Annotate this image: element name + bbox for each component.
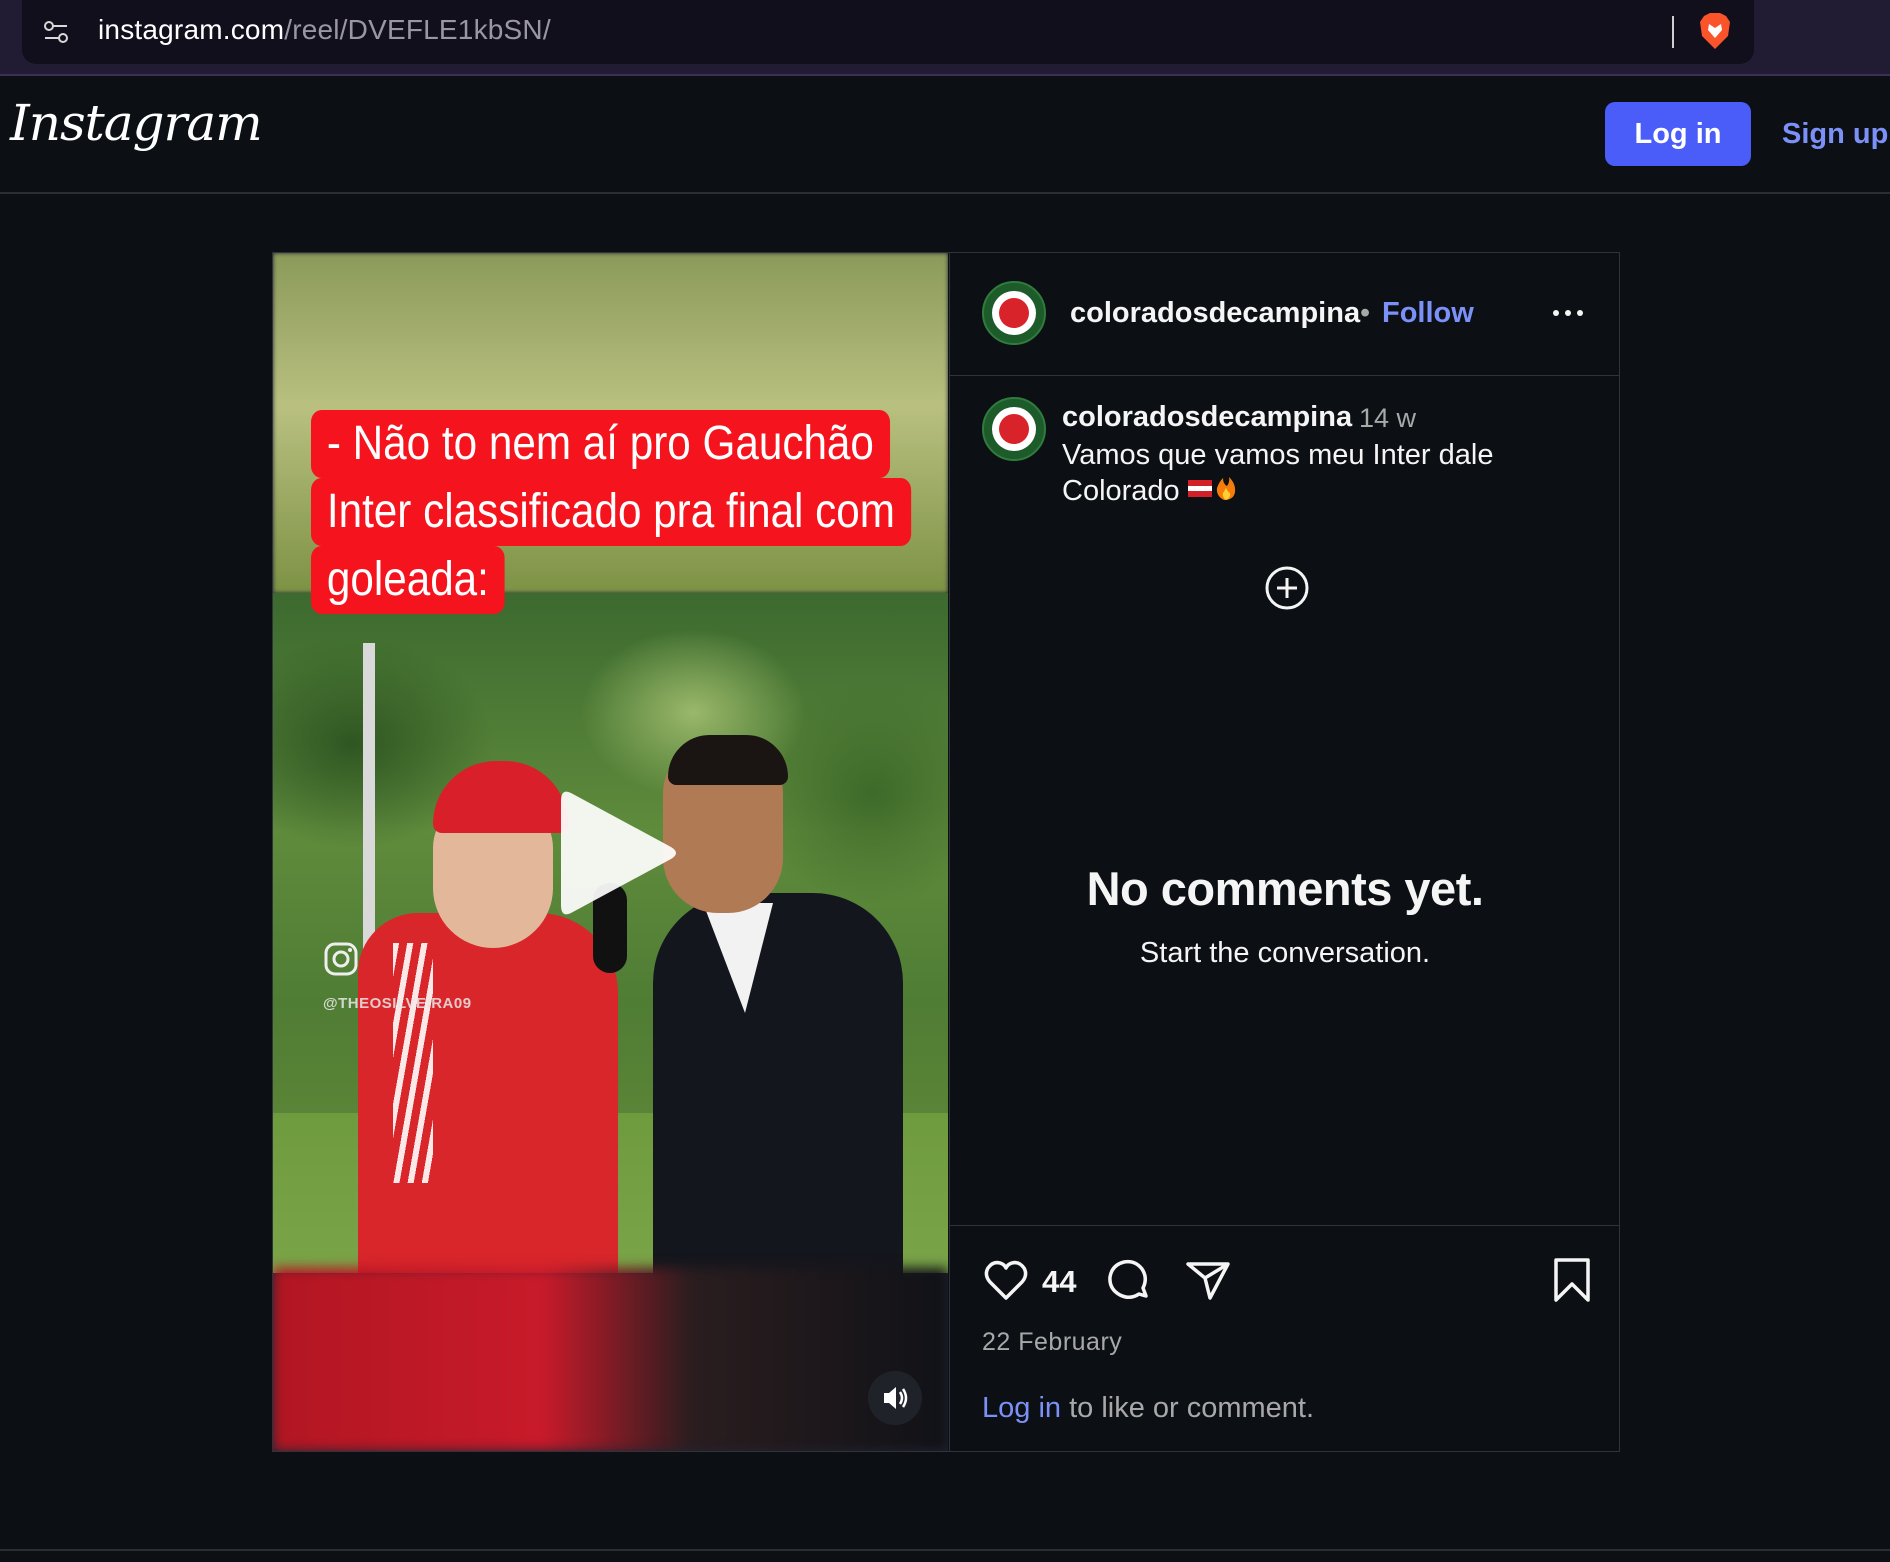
speaker-icon — [884, 1387, 908, 1409]
reel-video[interactable]: - Não to nem aí pro Gauchão Inter classi… — [273, 253, 948, 1451]
separator-dot: • — [1360, 297, 1371, 329]
video-caption: - Não to nem aí pro Gauchão Inter classi… — [311, 410, 948, 614]
add-comment-icon[interactable] — [1263, 564, 1311, 612]
comment-author[interactable]: coloradosdecampina — [1062, 401, 1352, 434]
comment-time[interactable]: 14 w — [1359, 403, 1416, 434]
audio-toggle-button[interactable] — [868, 1371, 922, 1425]
heart-icon[interactable] — [982, 1256, 1030, 1304]
empty-comments-title: No comments yet. — [1086, 862, 1484, 915]
toolbar-divider — [1672, 16, 1674, 48]
post-details-panel: coloradosdecampina • Follow coloradosdec… — [949, 253, 1620, 1451]
instagram-icon — [324, 942, 358, 976]
like-count[interactable]: 44 — [1042, 1264, 1076, 1300]
comment-text: Vamos que vamos meu Inter dale Colorado — [1062, 437, 1522, 511]
instagram-logo[interactable]: Instagram — [10, 94, 263, 152]
url-text[interactable]: instagram.com/reel/DVEFLE1kbSN/ — [98, 14, 551, 46]
share-icon[interactable] — [1184, 1256, 1232, 1304]
brave-icon[interactable] — [1698, 12, 1732, 50]
interviewer-suit — [653, 893, 903, 1283]
empty-comments-subtitle: Start the conversation. — [1139, 937, 1431, 969]
address-bar[interactable]: instagram.com/reel/DVEFLE1kbSN/ — [22, 0, 1754, 64]
browser-toolbar: instagram.com/reel/DVEFLE1kbSN/ — [0, 0, 1890, 76]
avatar[interactable] — [982, 281, 1046, 345]
signup-link[interactable]: Sign up — [1782, 118, 1888, 151]
flag-fire-emoji — [1186, 474, 1238, 511]
interviewer-hair — [668, 735, 788, 785]
footer-divider — [0, 1549, 1890, 1551]
video-bottom-blur — [273, 1268, 948, 1451]
play-icon[interactable] — [553, 783, 683, 923]
instagram-header: Instagram Log in Sign up — [0, 74, 1890, 194]
login-button[interactable]: Log in — [1605, 102, 1751, 166]
login-link[interactable]: Log in — [982, 1392, 1061, 1424]
shirt-stripes — [393, 943, 433, 1183]
site-settings-icon[interactable] — [42, 18, 70, 46]
more-options-icon[interactable] — [1548, 301, 1588, 325]
post-container: - Não to nem aí pro Gauchão Inter classi… — [272, 252, 1620, 1452]
post-actions: 44 22 February Log in to like or comment… — [950, 1225, 1620, 1452]
follow-button[interactable]: Follow — [1382, 297, 1474, 330]
video-caption-line: Inter classificado pra final com — [311, 478, 911, 546]
post-author[interactable]: coloradosdecampina — [1070, 297, 1360, 330]
comment-avatar[interactable] — [982, 397, 1046, 461]
url-host: instagram.com — [98, 14, 285, 45]
comment-body: Vamos que vamos meu Inter dale Colorado — [1062, 439, 1494, 507]
video-caption-line: goleada: — [311, 546, 505, 614]
post-date[interactable]: 22 February — [982, 1328, 1122, 1357]
url-path: /reel/DVEFLE1kbSN/ — [284, 14, 551, 45]
login-prompt-text: to like or comment. — [1069, 1392, 1315, 1424]
bookmark-icon[interactable] — [1550, 1256, 1594, 1304]
post-header: coloradosdecampina • Follow — [950, 253, 1620, 376]
login-prompt: Log in to like or comment. — [982, 1392, 1314, 1425]
comment-icon[interactable] — [1104, 1256, 1152, 1304]
video-caption-line: - Não to nem aí pro Gauchão — [311, 410, 890, 478]
video-watermark: @THEOSILVEIRA09 — [323, 995, 472, 1012]
